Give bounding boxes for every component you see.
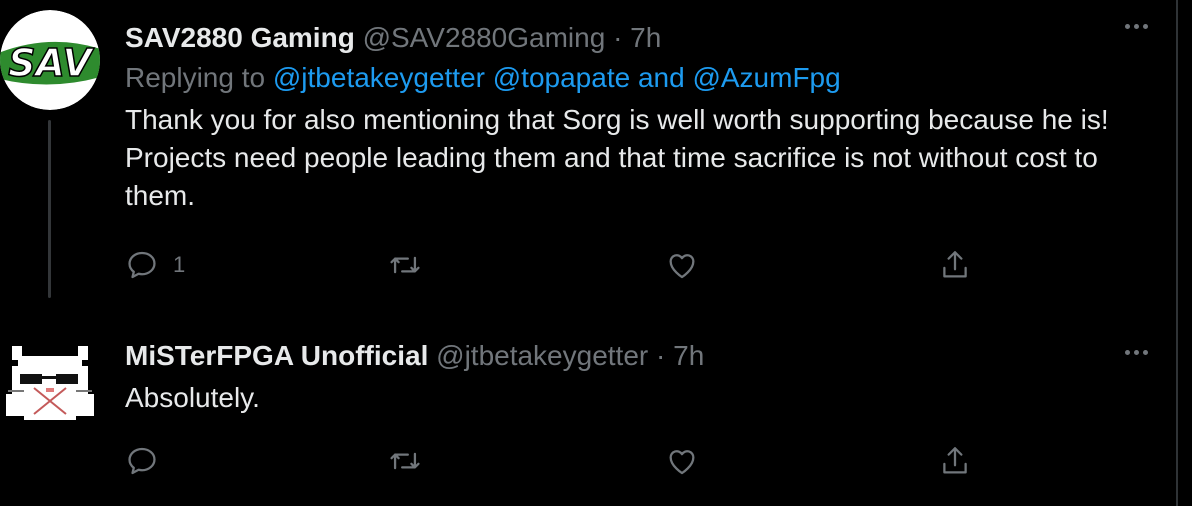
share-icon <box>943 447 967 474</box>
tweet-misterfpga[interactable]: MiSTerFPGA Unofficial @jtbetakeygetter ·… <box>0 310 1176 506</box>
mention-conjunction[interactable]: and <box>638 62 685 93</box>
mention-topapate[interactable]: @topapate <box>493 62 630 93</box>
tweet-actions <box>125 444 985 484</box>
avatar[interactable]: SAV <box>0 10 100 110</box>
handle[interactable]: @SAV2880Gaming <box>363 22 606 53</box>
retweet-icon <box>390 256 420 274</box>
cat-avatar <box>6 346 94 420</box>
tweet-content: MiSTerFPGA Unofficial @jtbetakeygetter ·… <box>125 336 1146 417</box>
tweet-text: Absolutely. <box>125 382 260 413</box>
like-button[interactable] <box>665 248 699 282</box>
tweet-header: SAV2880 Gaming @SAV2880Gaming · 7h <box>125 18 1146 58</box>
reply-button[interactable] <box>125 444 159 478</box>
timestamp[interactable]: 7h <box>630 22 661 53</box>
reply-count: 1 <box>173 252 186 277</box>
reply-button[interactable]: 1 <box>125 248 185 282</box>
reply-icon <box>128 447 156 475</box>
share-icon <box>943 251 967 278</box>
tweet-actions: 1 <box>125 248 985 288</box>
share-button[interactable] <box>938 444 972 478</box>
tweet-header: MiSTerFPGA Unofficial @jtbetakeygetter ·… <box>125 336 1146 376</box>
tweet-sav2880[interactable]: SAV SAV2880 Gaming @SAV2880Gaming · 7h R… <box>0 0 1176 310</box>
replying-to-label: Replying to <box>125 62 266 93</box>
retweet-icon <box>390 452 420 470</box>
retweet-button[interactable] <box>387 248 423 282</box>
share-button[interactable] <box>938 248 972 282</box>
avatar-logo-text: SAV <box>8 41 94 85</box>
like-icon <box>669 450 695 475</box>
handle[interactable]: @jtbetakeygetter <box>436 340 648 371</box>
mention-jtbetakeygetter[interactable]: @jtbetakeygetter <box>273 62 485 93</box>
mention-azumfpg[interactable]: @AzumFpg <box>692 62 840 93</box>
sav-logo-avatar: SAV <box>0 10 100 110</box>
retweet-button[interactable] <box>387 444 423 478</box>
replying-to-line: Replying to @jtbetakeygetter @topapate a… <box>125 58 1146 98</box>
separator-dot: · <box>656 340 666 371</box>
like-icon <box>669 254 695 279</box>
tweet-content: SAV2880 Gaming @SAV2880Gaming · 7h Reply… <box>125 18 1146 215</box>
separator-dot: · <box>613 22 623 53</box>
display-name[interactable]: SAV2880 Gaming <box>125 22 355 53</box>
more-icon[interactable] <box>1125 24 1148 29</box>
avatar[interactable] <box>4 338 96 430</box>
timestamp[interactable]: 7h <box>673 340 704 371</box>
reply-icon <box>128 251 156 279</box>
display-name[interactable]: MiSTerFPGA Unofficial <box>125 340 428 371</box>
timeline-border <box>1176 0 1178 506</box>
tweet-text: Thank you for also mentioning that Sorg … <box>125 104 1109 211</box>
more-icon[interactable] <box>1125 350 1148 355</box>
like-button[interactable] <box>665 444 699 478</box>
